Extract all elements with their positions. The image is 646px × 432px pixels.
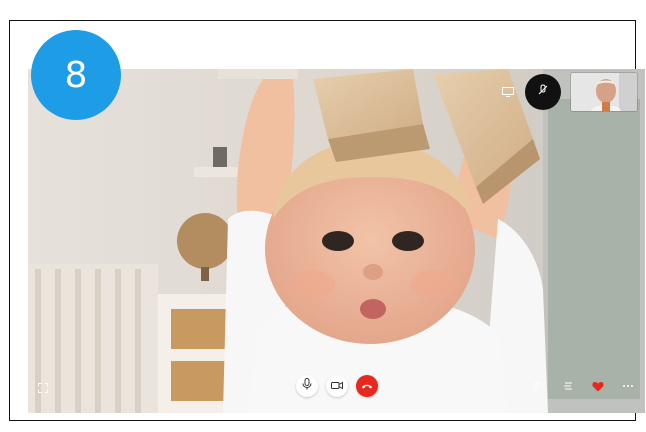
mute-contact-button[interactable]: [525, 74, 561, 110]
self-view-thumbnail[interactable]: [571, 73, 637, 111]
microphone-button[interactable]: [295, 375, 318, 397]
heart-icon[interactable]: [591, 379, 605, 393]
mute-contact-icon: [537, 83, 549, 101]
list-icon[interactable]: [561, 379, 575, 393]
camera-icon: [330, 377, 343, 395]
chat-icon[interactable]: [531, 379, 545, 393]
camera-button[interactable]: [325, 375, 348, 397]
fullscreen-icon[interactable]: [36, 381, 50, 395]
end-call-icon: [361, 377, 373, 395]
top-right-controls: [501, 73, 637, 111]
screen-share-icon[interactable]: [501, 85, 515, 99]
microphone-icon: [302, 377, 312, 395]
call-controls-bar: [28, 375, 645, 401]
secondary-call-controls: [531, 379, 635, 393]
remote-video-feed: [28, 69, 645, 413]
step-number: 8: [64, 54, 88, 96]
more-icon[interactable]: [621, 379, 635, 393]
self-view-feed: [571, 73, 637, 111]
end-call-button[interactable]: [355, 375, 378, 397]
primary-call-controls: [295, 375, 378, 397]
remote-video-area[interactable]: [28, 69, 645, 413]
step-number-badge: 8: [31, 30, 121, 120]
